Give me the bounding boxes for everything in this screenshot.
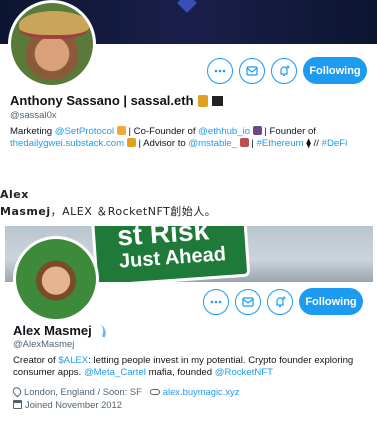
bio-link-mstable[interactable]: @mstable_ <box>188 138 237 149</box>
bio-text: mafia, founded <box>145 367 215 379</box>
avatar[interactable] <box>8 0 96 88</box>
bio-text: | Co-Founder of <box>125 126 199 137</box>
notification-add-icon <box>280 65 290 76</box>
book-stack-icon <box>239 138 249 148</box>
more-button[interactable] <box>207 57 233 84</box>
road-sign-graphic: st Risk Just Ahead <box>90 226 251 282</box>
message-button[interactable] <box>235 288 261 315</box>
message-icon <box>242 296 254 307</box>
bio-link-alex[interactable]: $ALEX <box>58 355 88 366</box>
bio-link-metacartel[interactable]: @Meta_Cartel <box>84 367 146 378</box>
bio-link-ethhub[interactable]: @ethhub_io <box>198 126 250 137</box>
display-name: Anthony Sassano | sassal.eth <box>10 93 194 108</box>
location: London, England / Soon: SF <box>24 386 142 397</box>
flag-icon <box>211 95 223 106</box>
caption: Alex Masmej，ALEX ＆RocketNFT創始人。 <box>0 186 216 220</box>
bio-link-ethereum[interactable]: #Ethereum <box>257 138 304 149</box>
bio-text: | Advisor to <box>135 138 189 150</box>
caption-text: ，ALEX ＆RocketNFT創始人。 <box>50 205 217 218</box>
message-button[interactable] <box>239 57 265 84</box>
following-button[interactable]: Following <box>299 288 363 315</box>
bio: Marketing @SetProtocol | Co-Founder of @… <box>10 126 372 159</box>
profile-card-sassano: Following Anthony Sassano | sassal.eth @… <box>0 0 377 172</box>
bio-link-rocketnft[interactable]: @RocketNFT <box>215 367 273 378</box>
profile-card-masmej: st Risk Just Ahead Following Alex Masmej… <box>5 226 373 421</box>
profile-meta-row: London, England / Soon: SF alex.buymagic… <box>10 385 240 398</box>
bio-text: Creator of <box>13 355 59 366</box>
bio: Creator of $ALEX: letting people invest … <box>13 355 368 380</box>
location-pin-icon <box>10 385 24 398</box>
caption-name-line1: Alex <box>0 188 29 201</box>
website-link[interactable]: alex.buymagic.xyz <box>163 386 240 397</box>
notification-button[interactable] <box>267 288 293 315</box>
avatar[interactable] <box>13 236 99 322</box>
display-name: Alex Masmej <box>13 323 92 338</box>
bio-link-defi[interactable]: #DeFi <box>322 138 348 149</box>
notification-add-icon <box>276 296 286 307</box>
handle: @AlexMasmej <box>13 339 75 350</box>
bio-text: | <box>248 138 257 150</box>
message-icon <box>246 65 258 76</box>
book-icon <box>252 126 262 135</box>
bio-text: ⧫ // <box>303 138 319 150</box>
bio-text: Marketing <box>10 126 55 137</box>
joined-date: Joined November 2012 <box>25 399 122 410</box>
caption-name-line2: Masmej <box>0 205 51 218</box>
name-row: Alex Masmej <box>13 323 109 338</box>
feather-icon <box>94 323 109 338</box>
more-icon <box>210 300 222 303</box>
ethereum-logo-icon <box>177 0 197 13</box>
bio-link-dailygwei[interactable]: thedailygwei.substack.com <box>10 138 124 149</box>
notification-button[interactable] <box>271 57 297 84</box>
fuel-pump-icon <box>197 94 208 107</box>
profile-joined-row: Joined November 2012 <box>13 399 122 410</box>
bio-text: | Founder of <box>261 126 316 137</box>
scales-icon <box>116 126 126 135</box>
bio-link-setprotocol[interactable]: @SetProtocol <box>55 126 114 137</box>
profile-actions: Following <box>207 57 367 84</box>
link-icon <box>149 388 160 395</box>
fuel-pump-icon <box>126 138 136 148</box>
hat-graphic <box>19 11 89 39</box>
name-row: Anthony Sassano | sassal.eth <box>10 93 223 108</box>
handle: @sassal0x <box>10 110 57 121</box>
following-button[interactable]: Following <box>303 57 367 84</box>
profile-actions: Following <box>203 288 363 315</box>
more-button[interactable] <box>203 288 229 315</box>
more-icon <box>214 69 226 72</box>
calendar-icon <box>13 400 22 409</box>
